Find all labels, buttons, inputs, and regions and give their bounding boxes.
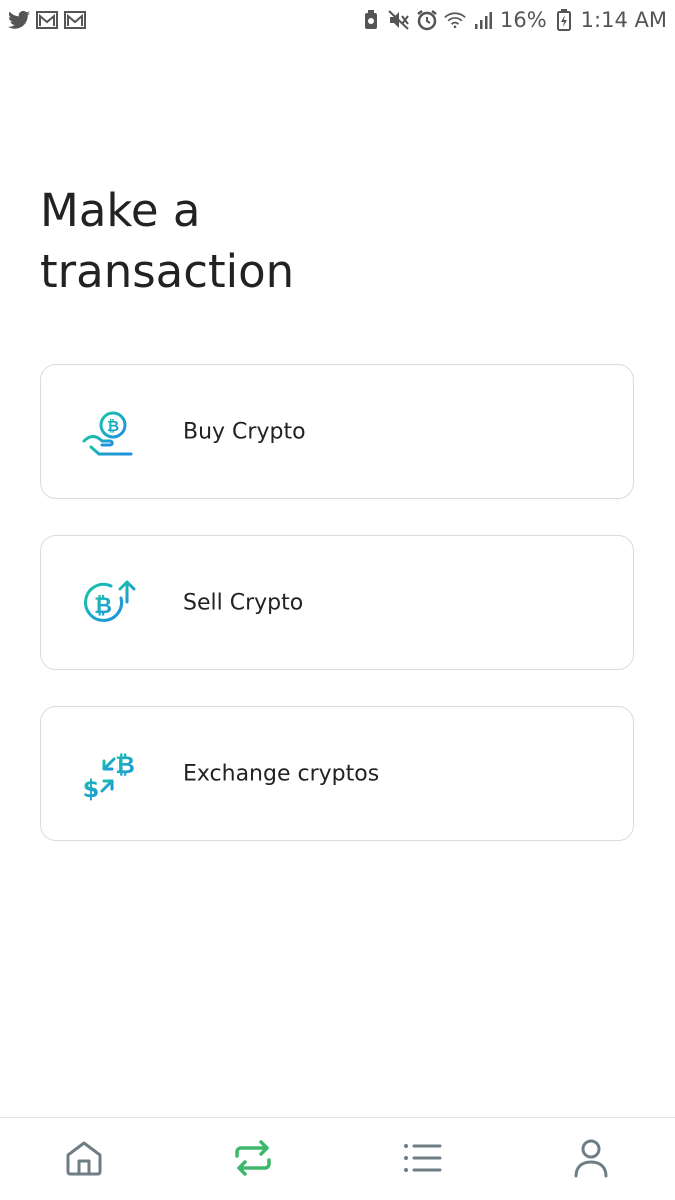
twitter-icon	[8, 9, 30, 31]
buy-crypto-label: Buy Crypto	[183, 419, 306, 444]
bottom-navigation	[0, 1117, 675, 1200]
battery-saver-icon	[360, 9, 382, 31]
profile-icon[interactable]	[569, 1136, 613, 1180]
status-bar-right: 16% 1:14 AM	[360, 8, 667, 32]
svg-text:₿: ₿	[107, 417, 119, 435]
mute-icon	[388, 9, 410, 31]
buy-crypto-card[interactable]: ₿ Buy Crypto	[40, 364, 634, 499]
sell-crypto-label: Sell Crypto	[183, 590, 304, 615]
svg-text:$: $	[83, 775, 100, 803]
battery-percent: 16%	[499, 8, 547, 32]
status-bar: 16% 1:14 AM	[0, 0, 675, 40]
page-title-line1: Make a	[40, 184, 201, 237]
buy-crypto-icon: ₿	[81, 405, 137, 461]
gmail-icon	[36, 9, 58, 31]
wifi-icon	[444, 9, 466, 31]
exchange-crypto-label: Exchange cryptos	[183, 761, 380, 786]
exchange-crypto-card[interactable]: ₿ $ Exchange cryptos	[40, 706, 634, 841]
svg-text:₿: ₿	[94, 594, 112, 619]
list-icon[interactable]	[400, 1136, 444, 1180]
transactions-icon[interactable]	[231, 1136, 275, 1180]
page-title-line2: transaction	[40, 245, 295, 298]
signal-icon	[472, 9, 494, 31]
alarm-icon	[416, 9, 438, 31]
sell-crypto-icon: ₿	[81, 576, 137, 632]
clock: 1:14 AM	[580, 8, 667, 32]
exchange-crypto-icon: ₿ $	[81, 747, 137, 803]
home-icon[interactable]	[62, 1136, 106, 1180]
svg-text:₿: ₿	[115, 751, 135, 779]
page-title: Make a transaction	[40, 180, 600, 302]
battery-icon	[553, 9, 575, 31]
sell-crypto-card[interactable]: ₿ Sell Crypto	[40, 535, 634, 670]
status-bar-left	[8, 9, 86, 31]
gmail-icon	[64, 9, 86, 31]
